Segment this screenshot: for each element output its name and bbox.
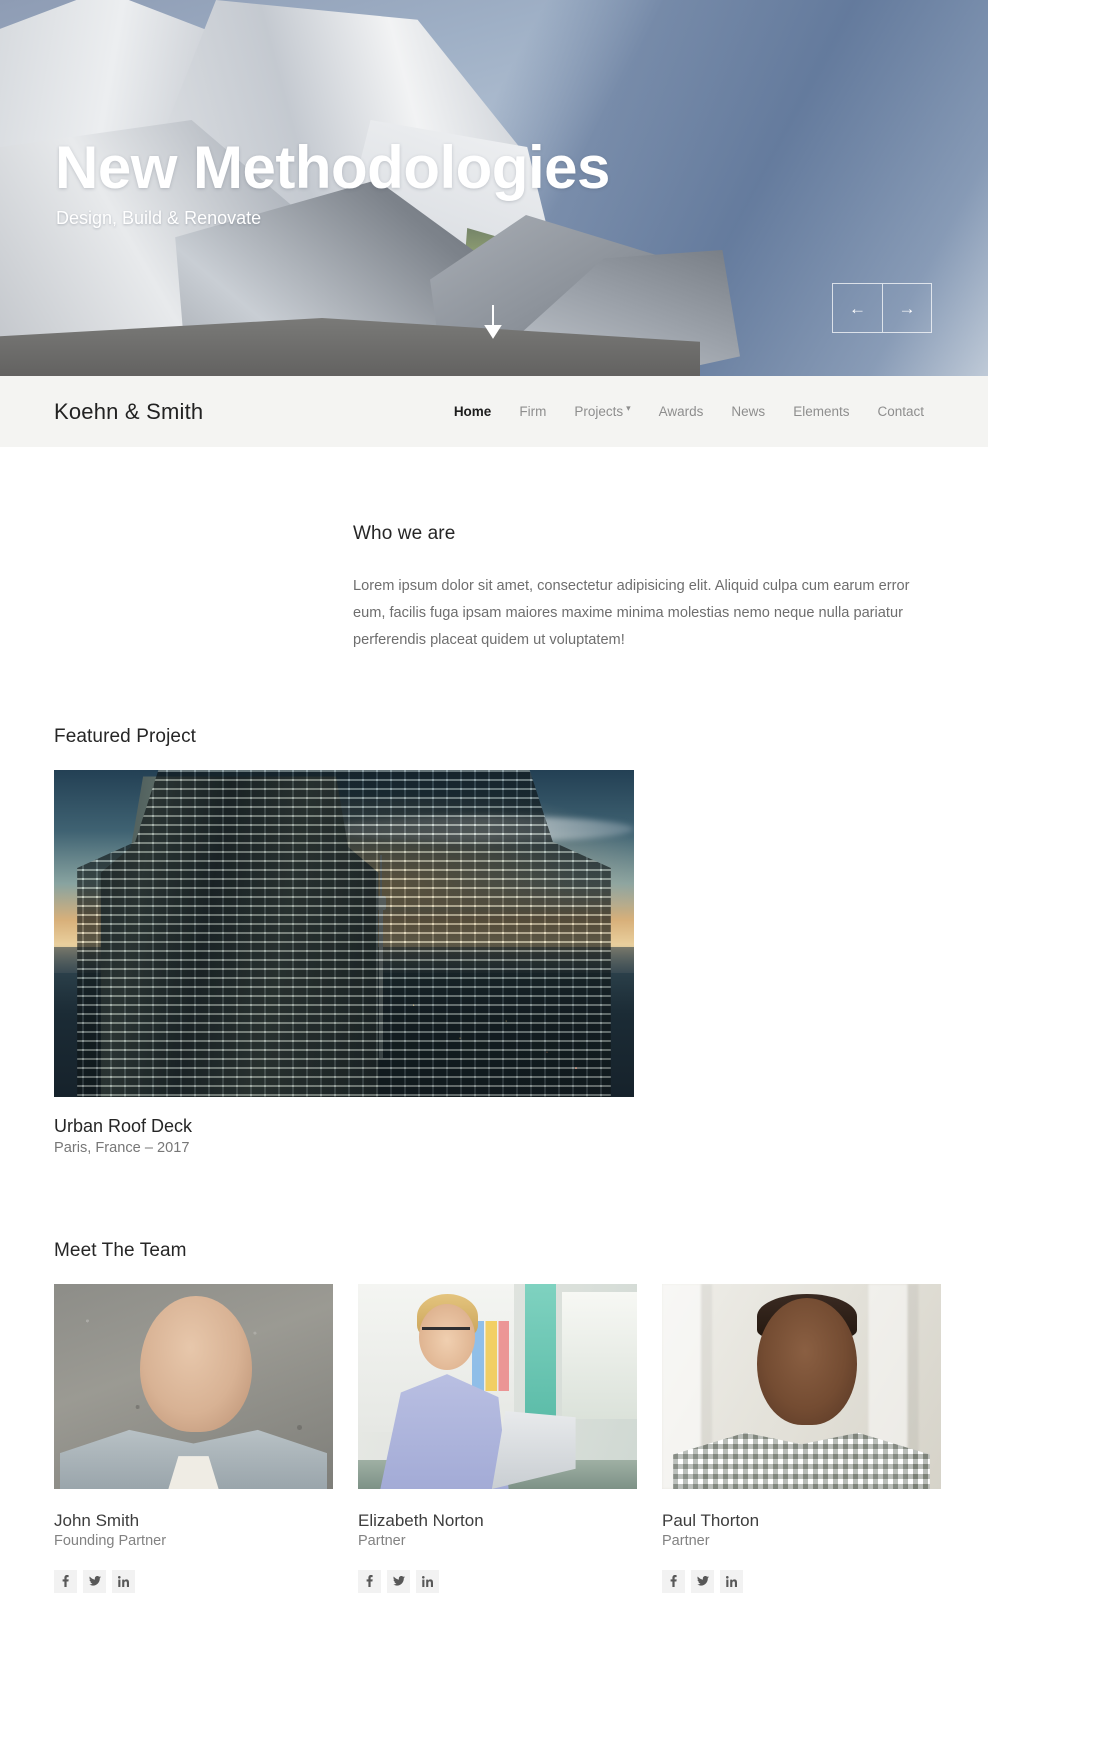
linkedin-icon[interactable] xyxy=(720,1569,743,1593)
slider-prev-button[interactable]: ← xyxy=(833,284,882,332)
nav-item-elements[interactable]: Elements xyxy=(779,398,863,425)
nav-item-contact[interactable]: Contact xyxy=(863,398,938,425)
chevron-down-icon: ▾ xyxy=(626,403,631,413)
nav-item-firm[interactable]: Firm xyxy=(505,398,560,425)
hero-title: New Methodologies xyxy=(55,134,610,201)
team-member-photo[interactable] xyxy=(662,1283,941,1489)
brand-logo[interactable]: Koehn & Smith xyxy=(54,399,203,425)
nav-label: Home xyxy=(453,404,492,419)
team-member-photo[interactable] xyxy=(54,1283,333,1489)
team-member-card: John Smith Founding Partner xyxy=(54,1283,333,1593)
about-body: Lorem ipsum dolor sit amet, consectetur … xyxy=(353,578,910,648)
nav-item-projects[interactable]: Projects ▾ xyxy=(560,398,644,425)
nav-item-awards[interactable]: Awards xyxy=(645,398,718,425)
linkedin-icon[interactable] xyxy=(416,1569,439,1593)
about-heading: Who we are xyxy=(353,523,456,544)
nav-item-news[interactable]: News xyxy=(717,398,779,425)
nav-label: Projects xyxy=(574,404,624,419)
team-member-role: Founding Partner xyxy=(54,1532,167,1549)
arrow-down-icon[interactable] xyxy=(484,305,502,341)
slider-next-button[interactable]: → xyxy=(882,284,931,332)
linkedin-icon[interactable] xyxy=(112,1569,135,1593)
featured-heading: Featured Project xyxy=(54,725,197,747)
site-header: Koehn & Smith Home Firm Projects ▾ Award… xyxy=(0,376,988,447)
team-member-role: Partner xyxy=(358,1532,406,1549)
team-member-socials xyxy=(54,1569,333,1593)
nav-label: Awards xyxy=(658,404,704,419)
project-meta: Paris, France – 2017 xyxy=(54,1139,190,1156)
team-member-name: Elizabeth Norton xyxy=(358,1510,484,1530)
team-member-socials xyxy=(358,1569,637,1593)
hero-slider-controls: ← → xyxy=(832,283,932,333)
team-member-card: Elizabeth Norton Partner xyxy=(358,1283,637,1593)
team-grid: John Smith Founding Partner Elizabeth No… xyxy=(54,1283,988,1593)
featured-project-section: Featured Project Urban Roof Deck Paris, … xyxy=(0,726,988,1156)
facebook-icon[interactable] xyxy=(54,1569,77,1593)
hero-subtitle: Design, Build & Renovate xyxy=(56,208,262,228)
team-member-name: John Smith xyxy=(54,1510,140,1530)
team-member-socials xyxy=(662,1569,941,1593)
hero-banner: New Methodologies Design, Build & Renova… xyxy=(0,0,988,376)
project-title: Urban Roof Deck xyxy=(54,1115,193,1136)
nav-label: Contact xyxy=(877,404,924,419)
team-section: Meet The Team John Smith Founding Partne… xyxy=(0,1240,988,1593)
main-navigation: Home Firm Projects ▾ Awards News Element… xyxy=(440,398,938,425)
team-member-role: Partner xyxy=(662,1532,710,1549)
twitter-icon[interactable] xyxy=(83,1569,106,1593)
facebook-icon[interactable] xyxy=(662,1569,685,1593)
nav-item-home[interactable]: Home xyxy=(440,398,506,425)
twitter-icon[interactable] xyxy=(691,1569,714,1593)
team-heading: Meet The Team xyxy=(54,1239,187,1261)
nav-label: Elements xyxy=(793,404,850,419)
nav-label: News xyxy=(731,404,766,419)
page-content: Who we are Lorem ipsum dolor sit amet, c… xyxy=(0,447,988,1593)
twitter-icon[interactable] xyxy=(387,1569,410,1593)
team-member-card: Paul Thorton Partner xyxy=(662,1283,941,1593)
nav-label: Firm xyxy=(519,404,547,419)
featured-project-image[interactable] xyxy=(54,769,634,1097)
facebook-icon[interactable] xyxy=(358,1569,381,1593)
about-section: Who we are Lorem ipsum dolor sit amet, c… xyxy=(0,447,988,654)
team-member-photo[interactable] xyxy=(358,1283,637,1489)
team-member-name: Paul Thorton xyxy=(662,1510,760,1530)
